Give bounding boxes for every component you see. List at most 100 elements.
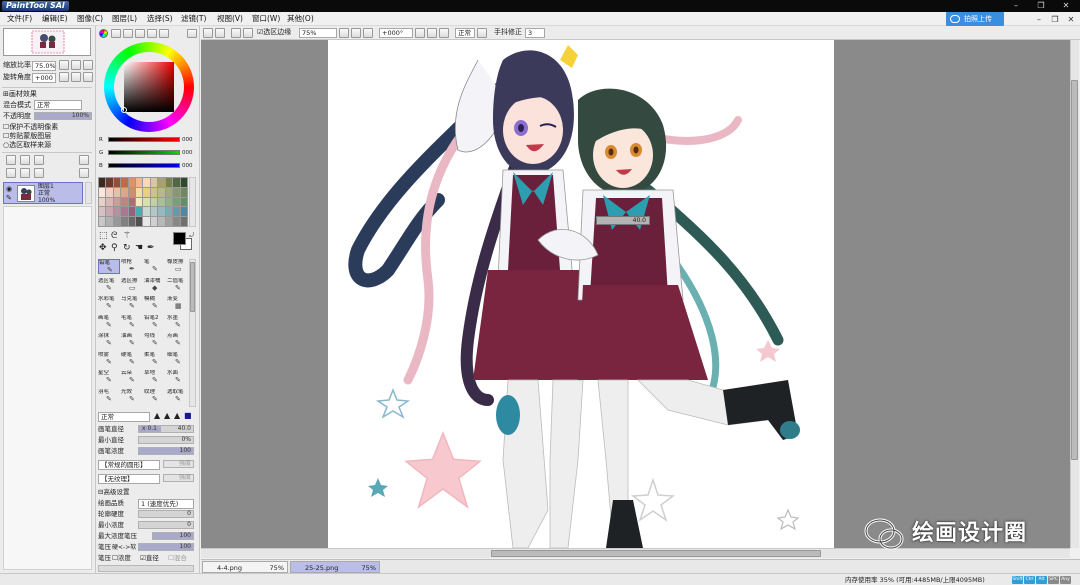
mix-mode-button[interactable] — [159, 29, 169, 38]
brush-tool[interactable]: 草地 ✎ — [144, 370, 166, 385]
eyedropper-icon[interactable]: ✒ — [147, 244, 155, 253]
zoom-fit-button[interactable] — [363, 28, 373, 38]
rotate-right-button[interactable] — [71, 72, 81, 82]
eye-icon[interactable]: ◉ — [6, 185, 12, 193]
select-all-button[interactable] — [203, 28, 213, 38]
min-size-slider[interactable]: 0% — [138, 436, 194, 444]
min-density-slider[interactable]: 0 — [138, 521, 194, 529]
close-button[interactable]: ✕ — [1053, 0, 1079, 12]
brush-tool[interactable]: 光效 ✎ — [121, 389, 143, 404]
delete-layer-button[interactable] — [79, 155, 89, 165]
new-set-button[interactable] — [20, 155, 30, 165]
navigator-preview[interactable] — [3, 28, 91, 56]
brush-tool[interactable]: 细笔 ✎ — [167, 352, 189, 367]
brush-shape-strength[interactable]: 强度 — [163, 460, 194, 468]
view-mode-select[interactable]: 正常 — [455, 28, 475, 38]
advanced-section[interactable]: ⊟高级设置 — [98, 488, 129, 497]
brush-texture-select[interactable]: 【无纹理】 — [98, 474, 160, 484]
brush-tool[interactable]: 马克笔 ✎ — [121, 296, 143, 311]
opacity-slider[interactable]: 100% — [34, 112, 92, 120]
brush-tool[interactable]: 星空 ✎ — [98, 370, 120, 385]
document-tab-active[interactable]: 25-25.png 75% — [290, 561, 380, 573]
canvas-vertical-thumb[interactable] — [1071, 80, 1078, 460]
brush-tool[interactable]: 羽毛 ✎ — [98, 389, 120, 404]
document-tab[interactable]: 4-4.png 75% — [202, 561, 288, 573]
clear-selection-button[interactable] — [243, 28, 253, 38]
zoom-icon[interactable]: ⚲ — [111, 244, 118, 253]
color-wheel[interactable] — [104, 42, 194, 132]
brush-tool[interactable]: 喷雾 ✎ — [98, 352, 120, 367]
brush-tool[interactable]: 勾线 ✎ — [144, 333, 166, 348]
brush-tool[interactable]: 橡皮擦 ▭ — [167, 259, 189, 274]
menu-select[interactable]: 选择(S) — [147, 14, 173, 24]
rgb-slider-mode-button[interactable] — [111, 29, 121, 38]
brush-tool[interactable]: 毛笔 ✎ — [121, 315, 143, 330]
tip-medium-icon[interactable]: ▲ — [164, 411, 170, 420]
blend-mode-select[interactable]: 正常 — [34, 100, 82, 110]
menu-edit[interactable]: 编辑(E) — [42, 14, 68, 24]
rotate-left-button[interactable] — [59, 72, 69, 82]
menu-layer[interactable]: 图层(L) — [112, 14, 137, 24]
doc-minimize-button[interactable]: – — [1032, 14, 1046, 26]
r-slider[interactable] — [108, 137, 180, 142]
brush-tool[interactable]: 喷枪 ✒ — [121, 259, 143, 274]
layer-merge-button[interactable] — [20, 168, 30, 178]
swatch-palette[interactable] — [98, 177, 188, 227]
brush-tool[interactable]: 硬笔 ✎ — [121, 352, 143, 367]
photo-upload-button[interactable]: 拍照上传 — [946, 12, 1004, 26]
canvas-vertical-scrollbar[interactable] — [1070, 40, 1079, 548]
zoom-in-button[interactable] — [71, 60, 81, 70]
brush-texture-strength[interactable]: 强度 — [163, 474, 194, 482]
layer-transfer-button[interactable] — [6, 168, 16, 178]
tip-flat-icon[interactable]: ■ — [184, 411, 192, 420]
layer-scrollbar[interactable] — [85, 182, 92, 204]
rotate-cw-button[interactable] — [427, 28, 437, 38]
flip-view-button[interactable] — [477, 28, 487, 38]
brush-tool[interactable]: 水墨 ✎ — [167, 315, 189, 330]
brush-tool[interactable]: 水彩笔 ✎ — [98, 296, 120, 311]
swatch-scrollbar[interactable] — [189, 177, 196, 227]
brush-tool[interactable]: 涂抹 ✎ — [98, 333, 120, 348]
invert-selection-button[interactable] — [231, 28, 241, 38]
angle-field[interactable]: +000 — [32, 73, 56, 83]
brush-tool[interactable]: 选区擦 ▭ — [121, 278, 143, 293]
color-picker-cursor[interactable] — [121, 107, 127, 113]
brush-tool[interactable]: 油漆桶 ◆ — [144, 278, 166, 293]
effects-section[interactable]: ⊞画材效果 — [3, 90, 37, 99]
brush-tool[interactable]: 选取笔 ✎ — [167, 389, 189, 404]
brush-tool[interactable]: 柔笔 ✎ — [144, 352, 166, 367]
pressure-size-option[interactable]: ☑直径 — [140, 554, 159, 563]
pressure-blend-option[interactable]: ☐混合 — [168, 554, 187, 563]
zoom-select[interactable]: 75% — [299, 28, 337, 38]
pressure-slider[interactable]: 100 — [138, 543, 194, 551]
rotate-reset-toolbar-button[interactable] — [439, 28, 449, 38]
brush-tool[interactable]: 纹理 ✎ — [144, 389, 166, 404]
tip-soft-icon[interactable]: ▲ — [174, 411, 180, 420]
zoom-out-toolbar-button[interactable] — [339, 28, 349, 38]
brush-size-slider[interactable]: x 0.1 40.0 — [138, 425, 194, 433]
saturation-value-square[interactable] — [121, 62, 174, 113]
b-slider[interactable] — [108, 163, 180, 168]
layer-row[interactable]: ◉ ✎ 图层1 正常 100% — [3, 182, 83, 204]
brush-tool[interactable]: 二值笔 ✎ — [167, 278, 189, 293]
scratchpad-mode-button[interactable] — [147, 29, 157, 38]
swap-colors-icon[interactable]: ⤾ — [189, 231, 194, 240]
rect-select-icon[interactable]: ⬚ — [99, 232, 108, 241]
magic-wand-icon[interactable]: ⚚ — [123, 232, 131, 241]
new-folder-button[interactable] — [34, 155, 44, 165]
layer-mask-button[interactable] — [34, 168, 44, 178]
canvas-viewport[interactable]: 40.0 — [201, 40, 1070, 548]
clipping-option[interactable]: ☐剪贴蒙版图层 — [3, 132, 51, 141]
canvas-paper[interactable]: 40.0 — [328, 40, 834, 548]
menu-window[interactable]: 窗口(W) — [252, 14, 280, 24]
hand-icon[interactable]: ☚ — [135, 244, 143, 253]
rotate-reset-button[interactable] — [83, 72, 93, 82]
move-icon[interactable]: ✥ — [99, 244, 107, 253]
doc-restore-button[interactable]: ❐ — [1048, 14, 1062, 26]
menu-file[interactable]: 文件(F) — [7, 14, 32, 24]
quality-select[interactable]: 1 (速度优先) — [138, 499, 194, 509]
brush-tool[interactable]: 点画 ✎ — [167, 333, 189, 348]
brush-tool[interactable]: 笔 ✎ — [144, 259, 166, 274]
zoom-field[interactable]: 75.0% — [32, 61, 56, 71]
rotate-icon[interactable]: ↻ — [123, 244, 131, 253]
